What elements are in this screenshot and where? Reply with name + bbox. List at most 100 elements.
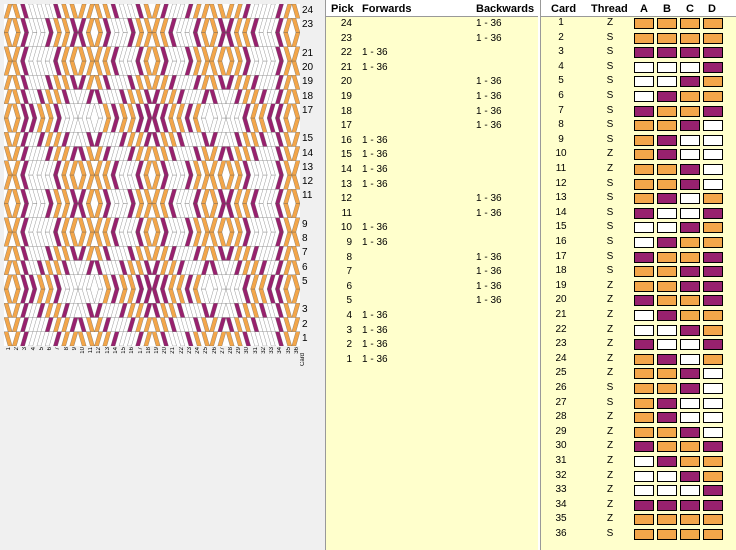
hole-c-swatch[interactable]: [680, 412, 700, 424]
hole-d-swatch[interactable]: [703, 222, 723, 234]
hole-c-swatch[interactable]: [680, 91, 700, 102]
card-row[interactable]: 24 Z: [541, 353, 736, 368]
card-row[interactable]: 10 Z: [541, 148, 736, 163]
hole-d-swatch[interactable]: [703, 178, 723, 190]
hole-c-swatch[interactable]: [680, 237, 700, 248]
card-row[interactable]: 32 Z: [541, 470, 736, 485]
card-row[interactable]: 16 S: [541, 236, 736, 251]
hole-d-swatch[interactable]: [703, 397, 723, 409]
hole-a-swatch[interactable]: [634, 193, 654, 205]
card-row[interactable]: 6S: [541, 90, 736, 105]
hole-c-swatch[interactable]: [680, 456, 700, 467]
hole-b-swatch[interactable]: [657, 383, 677, 394]
thread-direction[interactable]: Z: [603, 499, 617, 510]
hole-d-swatch[interactable]: [703, 412, 723, 424]
hole-c-swatch[interactable]: [680, 164, 700, 175]
hole-d-swatch[interactable]: [703, 514, 723, 526]
thread-direction[interactable]: S: [603, 397, 617, 408]
pick-row[interactable]: 24 1 - 36: [326, 18, 538, 33]
hole-a-swatch[interactable]: [634, 456, 654, 467]
hole-d-swatch[interactable]: [703, 18, 723, 29]
thread-direction[interactable]: Z: [603, 309, 617, 320]
thread-direction[interactable]: S: [603, 178, 617, 189]
hole-a-swatch[interactable]: [634, 105, 654, 117]
hole-c-swatch[interactable]: [680, 105, 700, 117]
hole-b-swatch[interactable]: [657, 76, 677, 88]
hole-a-swatch[interactable]: [634, 222, 654, 234]
hole-b-swatch[interactable]: [657, 514, 677, 526]
pick-row[interactable]: 21 1 - 36: [326, 62, 538, 77]
hole-a-swatch[interactable]: [634, 514, 654, 526]
hole-d-swatch[interactable]: [703, 149, 723, 161]
hole-a-swatch[interactable]: [634, 383, 654, 394]
card-row[interactable]: 22 Z: [541, 324, 736, 339]
hole-d-swatch[interactable]: [703, 47, 723, 59]
card-column-header[interactable]: Card: [551, 3, 576, 15]
hole-c-swatch[interactable]: [680, 339, 700, 351]
hole-b-swatch[interactable]: [657, 499, 677, 511]
hole-b-swatch[interactable]: [657, 266, 677, 278]
card-row[interactable]: 28 Z: [541, 411, 736, 426]
hole-d-swatch[interactable]: [703, 91, 723, 102]
hole-c-swatch[interactable]: [680, 353, 700, 365]
hole-d-swatch[interactable]: [703, 353, 723, 365]
hole-a-swatch[interactable]: [634, 61, 654, 73]
hole-b-swatch[interactable]: [657, 324, 677, 336]
hole-d-swatch[interactable]: [703, 470, 723, 482]
hole-b-swatch[interactable]: [657, 237, 677, 248]
hole-c-swatch[interactable]: [680, 61, 700, 73]
hole-a-swatch[interactable]: [634, 76, 654, 88]
hole-d-swatch[interactable]: [703, 193, 723, 205]
hole-b-swatch[interactable]: [657, 207, 677, 219]
hole-c-swatch[interactable]: [680, 222, 700, 234]
hole-a-swatch[interactable]: [634, 47, 654, 59]
hole-b-swatch[interactable]: [657, 426, 677, 438]
hole-c-swatch[interactable]: [680, 207, 700, 219]
hole-c-swatch[interactable]: [680, 280, 700, 292]
thread-direction[interactable]: S: [603, 192, 617, 203]
card-row[interactable]: 2S: [541, 32, 736, 47]
thread-direction[interactable]: Z: [603, 440, 617, 451]
pick-row[interactable]: 3 1 - 36: [326, 325, 538, 340]
hole-c-swatch[interactable]: [680, 324, 700, 336]
pick-row[interactable]: 8 1 - 36: [326, 252, 538, 267]
card-row[interactable]: 18 S: [541, 265, 736, 280]
card-row[interactable]: 27 S: [541, 397, 736, 412]
hole-d-swatch[interactable]: [703, 266, 723, 278]
hole-b-swatch[interactable]: [657, 485, 677, 497]
pick-row[interactable]: 19 1 - 36: [326, 91, 538, 106]
hole-d-swatch[interactable]: [703, 339, 723, 351]
hole-b-swatch[interactable]: [657, 61, 677, 73]
hole-a-swatch[interactable]: [634, 441, 654, 453]
card-row[interactable]: 3S: [541, 46, 736, 61]
hole-d-swatch[interactable]: [703, 105, 723, 117]
hole-c-swatch[interactable]: [680, 470, 700, 482]
hole-d-swatch[interactable]: [703, 251, 723, 263]
hole-d-swatch[interactable]: [703, 383, 723, 394]
hole-c-swatch[interactable]: [680, 120, 700, 132]
hole-c-swatch[interactable]: [680, 32, 700, 44]
hole-c-swatch[interactable]: [680, 441, 700, 453]
hole-c-swatch[interactable]: [680, 149, 700, 161]
pick-row[interactable]: 12 1 - 36: [326, 193, 538, 208]
thread-direction[interactable]: Z: [603, 455, 617, 466]
hole-c-swatch[interactable]: [680, 134, 700, 146]
hole-b-swatch[interactable]: [657, 353, 677, 365]
hole-a-swatch[interactable]: [634, 164, 654, 175]
hole-c-swatch[interactable]: [680, 178, 700, 190]
card-row[interactable]: 33 Z: [541, 484, 736, 499]
hole-c-swatch[interactable]: [680, 397, 700, 409]
hole-a-swatch[interactable]: [634, 237, 654, 248]
hole-b-swatch[interactable]: [657, 149, 677, 161]
hole-a-swatch[interactable]: [634, 207, 654, 219]
pick-row[interactable]: 20 1 - 36: [326, 76, 538, 91]
hole-b-swatch[interactable]: [657, 32, 677, 44]
thread-direction[interactable]: S: [603, 382, 617, 393]
hole-c-swatch[interactable]: [680, 266, 700, 278]
card-row[interactable]: 21 Z: [541, 309, 736, 324]
card-row[interactable]: 9S: [541, 134, 736, 149]
hole-b-swatch[interactable]: [657, 456, 677, 467]
hole-a-swatch[interactable]: [634, 310, 654, 321]
card-row[interactable]: 36 S: [541, 528, 736, 543]
hole-d-swatch[interactable]: [703, 120, 723, 132]
